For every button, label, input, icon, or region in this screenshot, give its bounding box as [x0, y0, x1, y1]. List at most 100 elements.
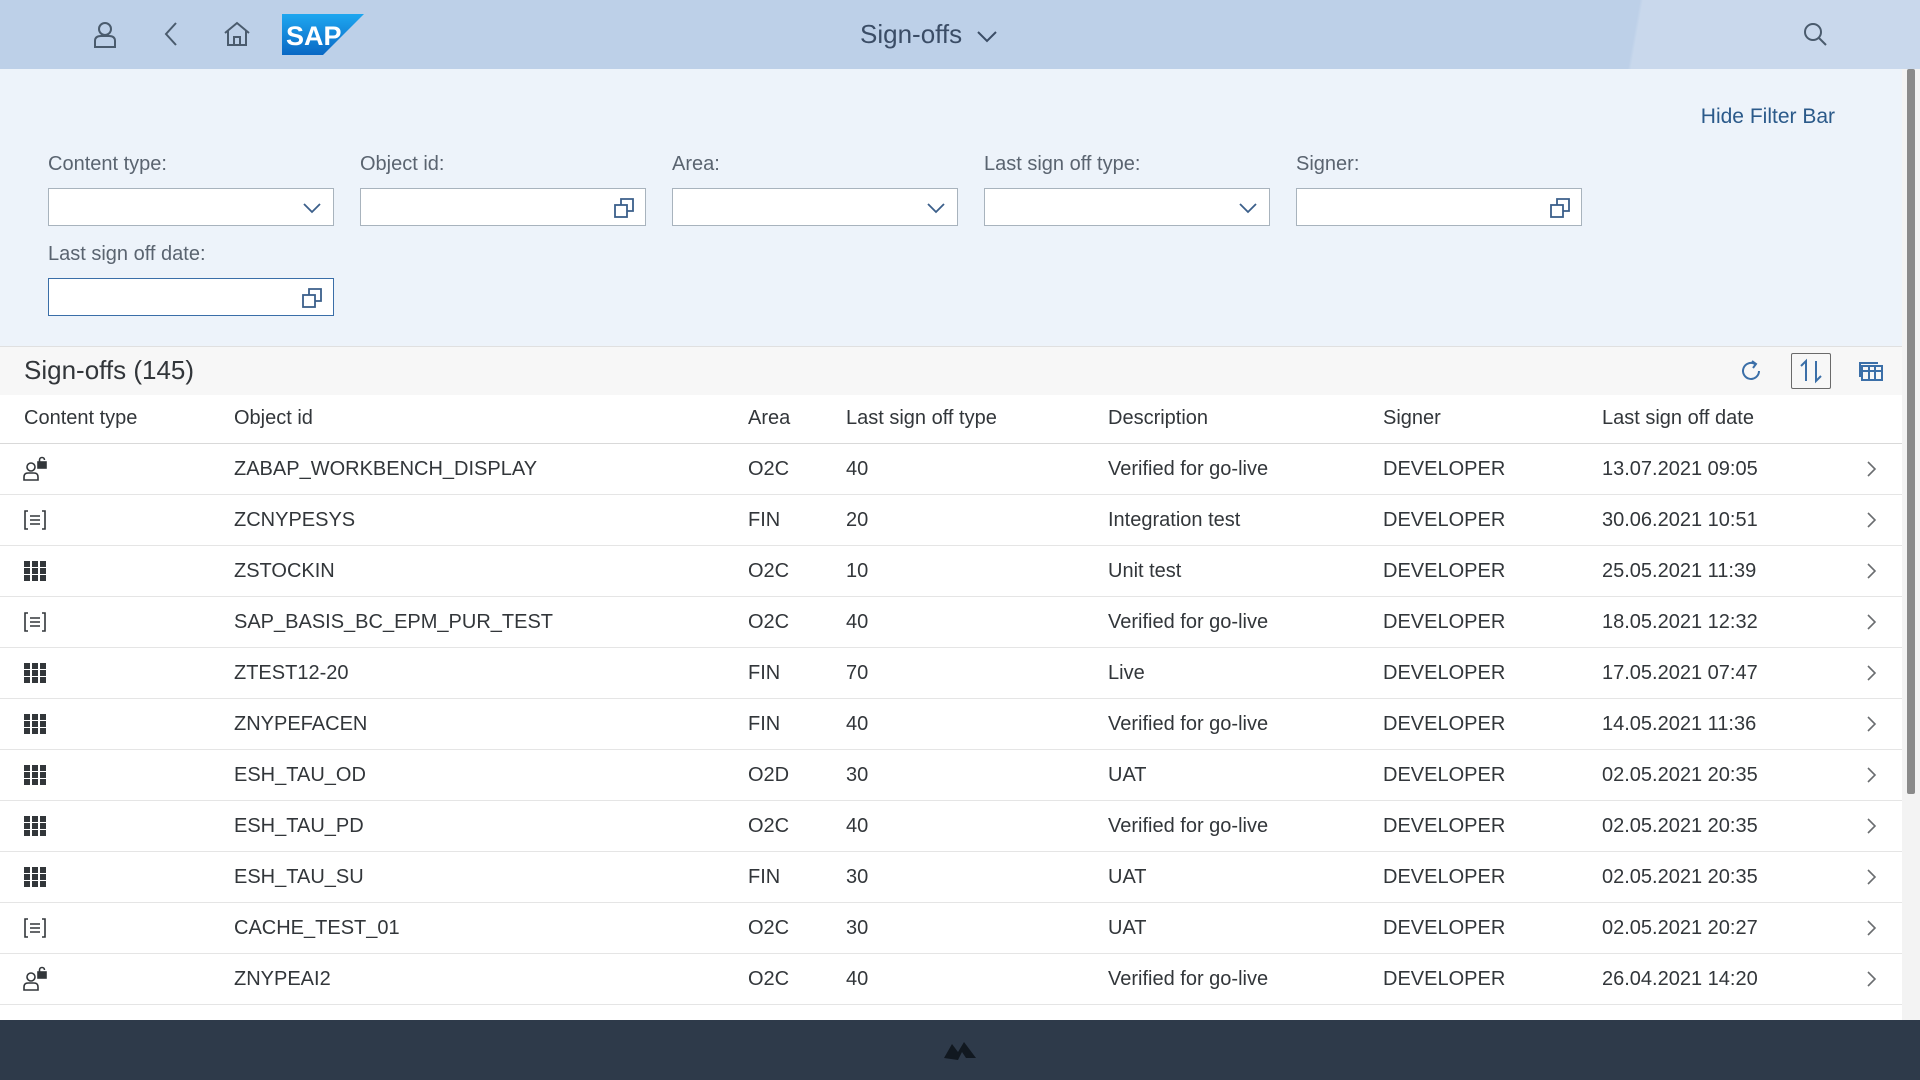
- home-icon[interactable]: [217, 14, 257, 54]
- object-id-cell: CACHE_TEST_01: [234, 917, 400, 939]
- object-id-cell: SAP_BASIS_BC_EPM_PUR_TEST: [234, 611, 554, 633]
- user-lock-icon: [22, 456, 48, 482]
- description-cell: UAT: [1108, 866, 1147, 888]
- chevron-right-icon[interactable]: [1864, 919, 1878, 937]
- value-help-icon[interactable]: [613, 197, 635, 219]
- signer-cell: DEVELOPER: [1383, 611, 1506, 633]
- area-cell: O2C: [748, 611, 790, 633]
- back-icon[interactable]: [151, 14, 191, 54]
- object-id-label: Object id:: [360, 153, 445, 175]
- table-row[interactable]: ZNYPEFACEN FIN 40 Verified for go-live DEVEL…: [0, 699, 1902, 750]
- value-help-icon[interactable]: [301, 287, 323, 309]
- table-body: ZABAP_WORKBENCH_DISPLAY O2C 40 Verified for…: [0, 444, 1902, 1056]
- description-cell: Unit test: [1108, 560, 1182, 582]
- chevron-down-icon[interactable]: [301, 197, 323, 219]
- chevron-right-icon[interactable]: [1864, 817, 1878, 835]
- chevron-right-icon[interactable]: [1864, 766, 1878, 784]
- table-row[interactable]: SAP_BASIS_BC_EPM_PUR_TEST O2C 40 Verified f…: [0, 597, 1902, 648]
- date-cell: 13.07.2021 09:05: [1602, 458, 1758, 480]
- object-id-cell: ZNYPEFACEN: [234, 713, 368, 735]
- table-row[interactable]: ZCNYPESYS FIN 20 Integration test DEVELOPER 3…: [0, 495, 1902, 546]
- sign-off-type-cell: 10: [846, 560, 869, 582]
- area-cell: FIN: [748, 509, 781, 531]
- object-id-cell: ZCNYPESYS: [234, 509, 356, 531]
- scrollbar-thumb[interactable]: [1907, 69, 1915, 794]
- content-type-select[interactable]: [48, 188, 334, 226]
- chevron-right-icon[interactable]: [1864, 511, 1878, 529]
- sign-off-type-cell: 20: [846, 509, 869, 531]
- sort-icon[interactable]: [1791, 353, 1831, 389]
- table-row[interactable]: ESH_TAU_OD O2D 30 UAT DEVELOPER 02.05.2021 20…: [0, 750, 1902, 801]
- app-title-menu[interactable]: Sign-offs: [860, 14, 998, 54]
- table-header: Content type Object id Area Last sign of…: [0, 395, 1902, 444]
- chevron-right-icon[interactable]: [1864, 868, 1878, 886]
- chevron-right-icon[interactable]: [1864, 664, 1878, 682]
- sign-off-type-cell: 40: [846, 458, 869, 480]
- signer-cell: DEVELOPER: [1383, 815, 1506, 837]
- table-settings-icon[interactable]: [1851, 353, 1891, 389]
- chevron-right-icon[interactable]: [1864, 970, 1878, 988]
- column-area[interactable]: Area: [748, 407, 790, 430]
- sign-off-type-cell: 70: [846, 662, 869, 684]
- sign-off-type-cell: 30: [846, 917, 869, 939]
- date-cell: 26.04.2021 14:20: [1602, 968, 1758, 990]
- chevron-right-icon[interactable]: [1864, 715, 1878, 733]
- content-type-label: Content type:: [48, 153, 167, 175]
- signer-cell: DEVELOPER: [1383, 713, 1506, 735]
- table-row[interactable]: ZABAP_WORKBENCH_DISPLAY O2C 40 Verified for…: [0, 444, 1902, 495]
- object-id-cell: ZSTOCKIN: [234, 560, 335, 582]
- filter-bar: Hide Filter Bar Content type: Object id:…: [0, 69, 1902, 346]
- date-cell: 02.05.2021 20:35: [1602, 815, 1758, 837]
- column-description[interactable]: Description: [1108, 407, 1208, 430]
- last-sign-off-type-select[interactable]: [984, 188, 1270, 226]
- description-cell: Integration test: [1108, 509, 1241, 531]
- table-row[interactable]: ZTEST12-20 FIN 70 Live DEVELOPER 17.05.2021 0…: [0, 648, 1902, 699]
- table-row[interactable]: ESH_TAU_SU FIN 30 UAT DEVELOPER 02.05.2021 20…: [0, 852, 1902, 903]
- table-row[interactable]: ESH_TAU_PD O2C 40 Verified for go-live DEVEL…: [0, 801, 1902, 852]
- sign-off-type-cell: 40: [846, 968, 869, 990]
- chevron-right-icon[interactable]: [1864, 613, 1878, 631]
- chevron-right-icon[interactable]: [1864, 562, 1878, 580]
- table-title: Sign-offs (145): [24, 355, 195, 385]
- column-last-sign-off-date[interactable]: Last sign off date: [1602, 407, 1754, 430]
- signer-input[interactable]: [1296, 188, 1582, 226]
- column-signer[interactable]: Signer: [1383, 407, 1441, 430]
- description-cell: Verified for go-live: [1108, 458, 1269, 480]
- sign-off-type-cell: 30: [846, 866, 869, 888]
- grid-icon: [22, 762, 48, 788]
- column-content-type[interactable]: Content type: [24, 407, 137, 430]
- description-cell: Verified for go-live: [1108, 611, 1269, 633]
- user-icon[interactable]: [85, 14, 125, 54]
- vertical-scrollbar[interactable]: [1902, 69, 1920, 1020]
- grid-icon: [22, 813, 48, 839]
- grid-icon: [22, 558, 48, 584]
- sap-logo[interactable]: SAP: [282, 14, 364, 55]
- hide-filter-bar-link[interactable]: Hide Filter Bar: [1701, 105, 1835, 129]
- column-object-id[interactable]: Object id: [234, 407, 313, 430]
- chevron-right-icon[interactable]: [1864, 460, 1878, 478]
- chevron-down-icon[interactable]: [1237, 197, 1259, 219]
- object-id-cell: ZNYPEAI2: [234, 968, 331, 990]
- signer-cell: DEVELOPER: [1383, 509, 1506, 531]
- column-last-sign-off-type[interactable]: Last sign off type: [846, 407, 997, 430]
- sign-off-type-cell: 40: [846, 713, 869, 735]
- user-lock-icon: [22, 966, 48, 992]
- value-help-icon[interactable]: [1549, 197, 1571, 219]
- chevron-down-icon[interactable]: [925, 197, 947, 219]
- signer-cell: DEVELOPER: [1383, 560, 1506, 582]
- signer-cell: DEVELOPER: [1383, 662, 1506, 684]
- table-row[interactable]: ZSTOCKIN O2C 10 Unit test DEVELOPER 25.05.202…: [0, 546, 1902, 597]
- area-cell: O2C: [748, 815, 790, 837]
- object-id-input[interactable]: [360, 188, 646, 226]
- shell-bar: SAP Sign-offs: [0, 0, 1920, 69]
- last-sign-off-type-label: Last sign off type:: [984, 153, 1141, 175]
- table-row[interactable]: CACHE_TEST_01 O2C 30 UAT DEVELOPER 02.05.2021…: [0, 903, 1902, 954]
- refresh-icon[interactable]: [1731, 353, 1771, 389]
- description-cell: UAT: [1108, 764, 1147, 786]
- object-id-cell: ZTEST12-20: [234, 662, 349, 684]
- sap-logo-text: SAP: [286, 21, 342, 51]
- search-icon[interactable]: [1795, 14, 1835, 54]
- area-select[interactable]: [672, 188, 958, 226]
- last-sign-off-date-input[interactable]: [48, 278, 334, 316]
- table-row[interactable]: ZNYPEAI2 O2C 40 Verified for go-live DEVELOP…: [0, 954, 1902, 1005]
